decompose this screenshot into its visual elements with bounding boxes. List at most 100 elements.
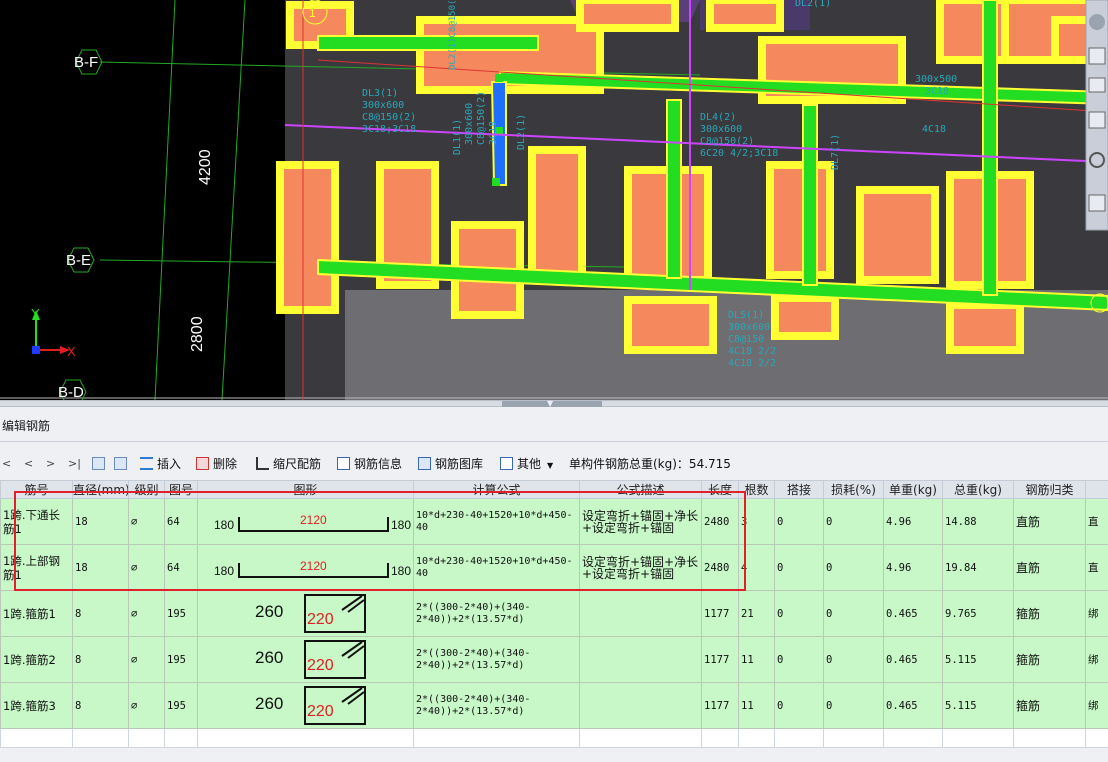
col-bar-no[interactable]: 筋号 [0,480,73,499]
cell-fig[interactable]: 195 [164,590,198,637]
col-loss[interactable]: 损耗(%) [823,480,884,499]
cell-count[interactable]: 11 [738,682,775,729]
cell-shape[interactable]: 180 2120 180 [197,544,414,591]
cell-extra[interactable]: 直 [1085,498,1108,545]
cell-loss[interactable]: 0 [823,544,884,591]
cell-count[interactable]: 21 [738,590,775,637]
cell-grade[interactable]: ⌀ [128,544,165,591]
col-extra[interactable]: 搭 [1085,480,1108,499]
cell-lap[interactable]: 0 [774,544,824,591]
cell-cat[interactable]: 箍筋 [1013,682,1086,729]
col-category[interactable]: 钢筋归类 [1013,480,1086,499]
cell-desc[interactable] [579,590,702,637]
cell-empty[interactable] [883,728,943,748]
cell-empty[interactable] [72,728,129,748]
cell-shape[interactable]: 260 220 [197,682,414,729]
cell-cat[interactable]: 箍筋 [1013,590,1086,637]
cell-extra[interactable]: 绑 [1085,636,1108,683]
cell-dia[interactable]: 8 [72,636,129,683]
cell-loss[interactable]: 0 [823,682,884,729]
cell-cat[interactable]: 直筋 [1013,498,1086,545]
cell-empty[interactable] [1085,728,1108,748]
cell-lap[interactable]: 0 [774,682,824,729]
cube-view-icon[interactable] [1088,111,1106,129]
col-shape[interactable]: 图形 [197,480,414,499]
col-formula[interactable]: 计算公式 [413,480,580,499]
layout-icon[interactable] [1088,194,1106,212]
cell-length[interactable]: 1177 [701,636,739,683]
col-unit-weight[interactable]: 单重(kg) [883,480,943,499]
col-diameter[interactable]: 直径(mm) [72,480,129,499]
cell-desc[interactable] [579,682,702,729]
cell-loss[interactable]: 0 [823,498,884,545]
col-grade[interactable]: 级别 [128,480,165,499]
cell-total[interactable]: 5.115 [942,636,1014,683]
cell-dia[interactable]: 18 [72,544,129,591]
cell-empty[interactable] [0,728,73,748]
cell-lap[interactable]: 0 [774,636,824,683]
cell-desc[interactable]: 设定弯折+锚固+净长+设定弯折+锚固 [579,544,702,591]
box-view-icon[interactable] [1088,77,1106,93]
cell-formula[interactable]: 10*d+230-40+1520+10*d+450-40 [413,544,580,591]
cell-lap[interactable]: 0 [774,590,824,637]
col-length[interactable]: 长度 [701,480,739,499]
cell-empty[interactable] [738,728,775,748]
cell-length[interactable]: 2480 [701,498,739,545]
cell-empty[interactable] [128,728,165,748]
cell-formula[interactable]: 2*((300-2*40)+(340-2*40))+2*(13.57*d) [413,682,580,729]
table-row-empty[interactable] [0,728,1108,748]
cell-count[interactable]: 3 [738,498,775,545]
cell-empty[interactable] [942,728,1014,748]
cell-empty[interactable] [1013,728,1086,748]
rebar-info-button[interactable]: 钢筋信息 [337,453,402,475]
next-button[interactable]: > [46,453,55,475]
cell-fig[interactable]: 64 [164,544,198,591]
scale-rebar-button[interactable]: 缩尺配筋 [256,453,321,475]
cell-empty[interactable] [823,728,884,748]
cell-length[interactable]: 2480 [701,544,739,591]
col-count[interactable]: 根数 [738,480,775,499]
cell-count[interactable]: 4 [738,544,775,591]
delete-button[interactable]: 删除 [196,453,237,475]
cell-empty[interactable] [774,728,824,748]
cell-empty[interactable] [413,728,580,748]
cell-extra[interactable]: 绑 [1085,590,1108,637]
move-up-button[interactable] [92,453,109,475]
cad-viewport[interactable]: 1 B-F B-E B-D 4200 2800 DL3(1) 300x600 C… [0,0,1108,400]
table-row[interactable]: 1跨.箍筋2 8 ⌀ 195 260 220 2*((300-2*40)+(340-2*40… [0,636,1108,683]
cell-dia[interactable]: 8 [72,682,129,729]
cad-drawing[interactable]: 1 B-F B-E B-D 4200 2800 DL3(1) 300x600 C… [0,0,1108,400]
cell-fig[interactable]: 195 [164,682,198,729]
cell-name[interactable]: 1跨.箍筋3 [0,682,73,729]
cell-unit[interactable]: 4.96 [883,498,943,545]
cell-name[interactable]: 1跨.下通长筋1 [0,498,73,545]
cell-empty[interactable] [701,728,739,748]
cell-name[interactable]: 1跨.箍筋2 [0,636,73,683]
cell-count[interactable]: 11 [738,636,775,683]
cell-extra[interactable]: 绑 [1085,682,1108,729]
col-formula-desc[interactable]: 公式描述 [579,480,702,499]
cell-total[interactable]: 9.765 [942,590,1014,637]
cell-total[interactable]: 14.88 [942,498,1014,545]
col-figure-no[interactable]: 图号 [164,480,198,499]
cell-unit[interactable]: 0.465 [883,682,943,729]
3d-view-icon[interactable] [1088,47,1106,65]
first-button[interactable]: < [2,453,11,475]
cell-unit[interactable]: 4.96 [883,544,943,591]
cell-grade[interactable]: ⌀ [128,636,165,683]
cell-empty[interactable] [164,728,198,748]
cell-loss[interactable]: 0 [823,590,884,637]
cell-formula[interactable]: 2*((300-2*40)+(340-2*40))+2*(13.57*d) [413,590,580,637]
cell-empty[interactable] [579,728,702,748]
cell-shape[interactable]: 260 220 [197,590,414,637]
prev-button[interactable]: < [24,453,33,475]
last-button[interactable]: >| [68,453,81,475]
cell-grade[interactable]: ⌀ [128,682,165,729]
col-total-weight[interactable]: 总重(kg) [942,480,1014,499]
cell-desc[interactable]: 设定弯折+锚固+净长+设定弯折+锚固 [579,498,702,545]
move-down-button[interactable] [114,453,131,475]
cell-cat[interactable]: 箍筋 [1013,636,1086,683]
cell-formula[interactable]: 10*d+230-40+1520+10*d+450-40 [413,498,580,545]
cell-empty[interactable] [197,728,414,748]
cell-dia[interactable]: 8 [72,590,129,637]
